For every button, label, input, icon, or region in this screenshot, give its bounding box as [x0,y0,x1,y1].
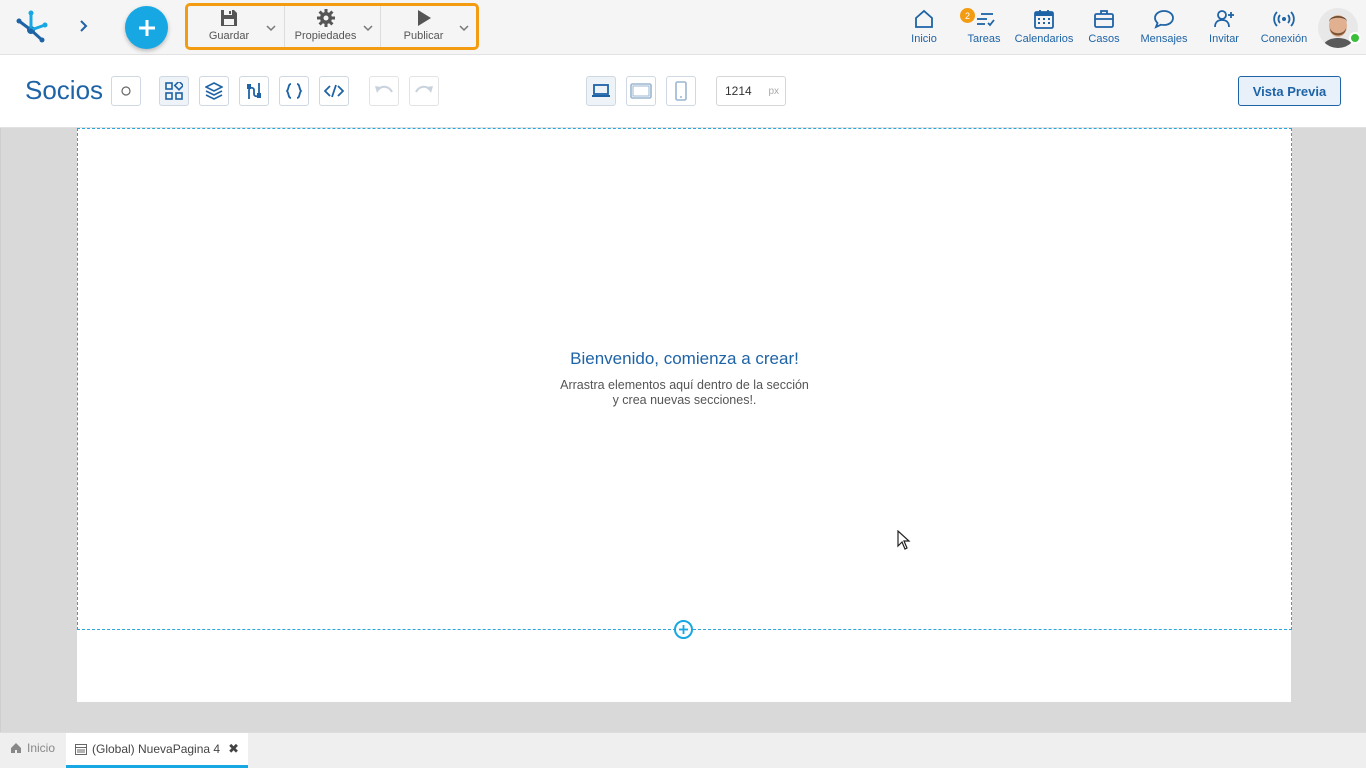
save-disk-icon [221,10,237,26]
elements-button[interactable] [159,76,189,106]
page-actions-group: Guardar Propiedades Publicar [185,3,479,50]
undo-icon [375,85,393,93]
widgets-icon [165,82,183,100]
properties-button[interactable]: Propiedades [284,6,380,47]
nav-calendars[interactable]: Calendarios [1014,8,1074,48]
tablet-view-button[interactable] [626,76,656,106]
welcome-line-1: Arrastra elementos aquí dentro de la sec… [560,378,809,392]
canvas-width-input[interactable] [725,84,761,98]
nav-home-label: Inicio [911,33,937,45]
undo-button[interactable] [369,76,399,106]
play-icon [417,10,431,26]
layers-icon [205,82,223,100]
laptop-icon [592,84,610,97]
tasks-checklist-icon [977,13,995,27]
tab-home-label: Inicio [27,741,56,755]
calendar-icon [1034,10,1054,29]
save-label: Guardar [208,30,250,42]
page-layout-icon [75,743,87,755]
create-new-button[interactable] [125,6,168,49]
nav-cases[interactable]: Casos [1084,8,1124,48]
add-user-icon [1214,10,1234,28]
nav-calendars-label: Calendarios [1014,33,1074,45]
redo-button[interactable] [409,76,439,106]
plug-connect-icon [247,83,261,99]
publish-label: Publicar [403,30,444,42]
nav-tasks-label: Tareas [967,33,1001,45]
chat-bubble-icon [1154,10,1174,29]
nav-messages[interactable]: Mensajes [1139,8,1189,48]
app-logo-icon[interactable] [12,8,50,46]
mobile-view-button[interactable] [666,76,696,106]
welcome-description: Arrastra elementos aquí dentro de la sec… [78,378,1291,408]
nav-home[interactable]: Inicio [904,8,944,48]
mobile-phone-icon [675,81,687,101]
add-section-button[interactable] [674,620,693,639]
nav-connection-label: Conexión [1260,33,1308,45]
welcome-line-2: y crea nuevas secciones!. [612,393,757,407]
nav-tasks[interactable]: 2 Tareas [960,8,1004,48]
expand-menu-chevron-icon[interactable] [72,14,96,38]
tab-page-label: (Global) NuevaPagina 4 [92,742,221,756]
top-bar: Guardar Propiedades Publicar Inicio 2 Ta… [0,0,1366,55]
signal-broadcast-icon [1273,11,1295,27]
code-button[interactable] [319,76,349,106]
nav-invite[interactable]: Invitar [1204,8,1244,48]
layers-button[interactable] [199,76,229,106]
canvas-width-unit: px [768,85,779,97]
nav-connection[interactable]: Conexión [1259,8,1309,48]
save-options-chevron-icon[interactable] [266,19,276,37]
welcome-title: Bienvenido, comienza a crear! [570,349,799,368]
mouse-pointer-icon [897,529,911,555]
empty-section-dropzone[interactable]: Bienvenido, comienza a crear! Arrastra e… [77,128,1292,630]
save-button[interactable]: Guardar [188,6,284,47]
briefcase-icon [1094,10,1114,28]
tasks-count-badge: 2 [960,8,975,23]
welcome-message: Bienvenido, comienza a crear! Arrastra e… [78,349,1291,408]
redo-icon [415,85,433,93]
canvas-width-field[interactable]: px [716,76,786,106]
tablet-icon [630,83,652,99]
desktop-view-button[interactable] [586,76,616,106]
code-icon [324,84,344,98]
variables-button[interactable] [279,76,309,106]
online-status-dot [1349,32,1361,44]
home-icon [11,743,21,753]
properties-label: Propiedades [294,30,357,42]
tab-page[interactable]: (Global) NuevaPagina 4 ✖ [66,733,248,768]
gear-icon [316,9,335,27]
home-icon [915,9,933,28]
preview-button[interactable]: Vista Previa [1238,76,1341,106]
circle-status-icon [121,86,131,96]
plus-icon [138,19,155,36]
nav-invite-label: Invitar [1209,33,1239,45]
publish-options-chevron-icon[interactable] [459,19,469,37]
nav-cases-label: Casos [1088,33,1120,45]
properties-options-chevron-icon[interactable] [363,19,373,37]
publish-button[interactable]: Publicar [380,6,476,47]
nav-messages-label: Mensajes [1140,33,1188,45]
editor-toolbar: Socios 1214 px Vista Previa [0,55,1366,128]
data-binding-button[interactable] [239,76,269,106]
tab-home[interactable]: Inicio [10,741,55,755]
page-status-button[interactable] [111,76,141,106]
close-tab-icon[interactable]: ✖ [228,741,239,757]
page-title: Socios [25,75,104,105]
curly-braces-icon [285,83,303,99]
plus-icon [679,625,688,634]
bottom-tab-bar: Inicio (Global) NuevaPagina 4 ✖ [0,732,1366,768]
